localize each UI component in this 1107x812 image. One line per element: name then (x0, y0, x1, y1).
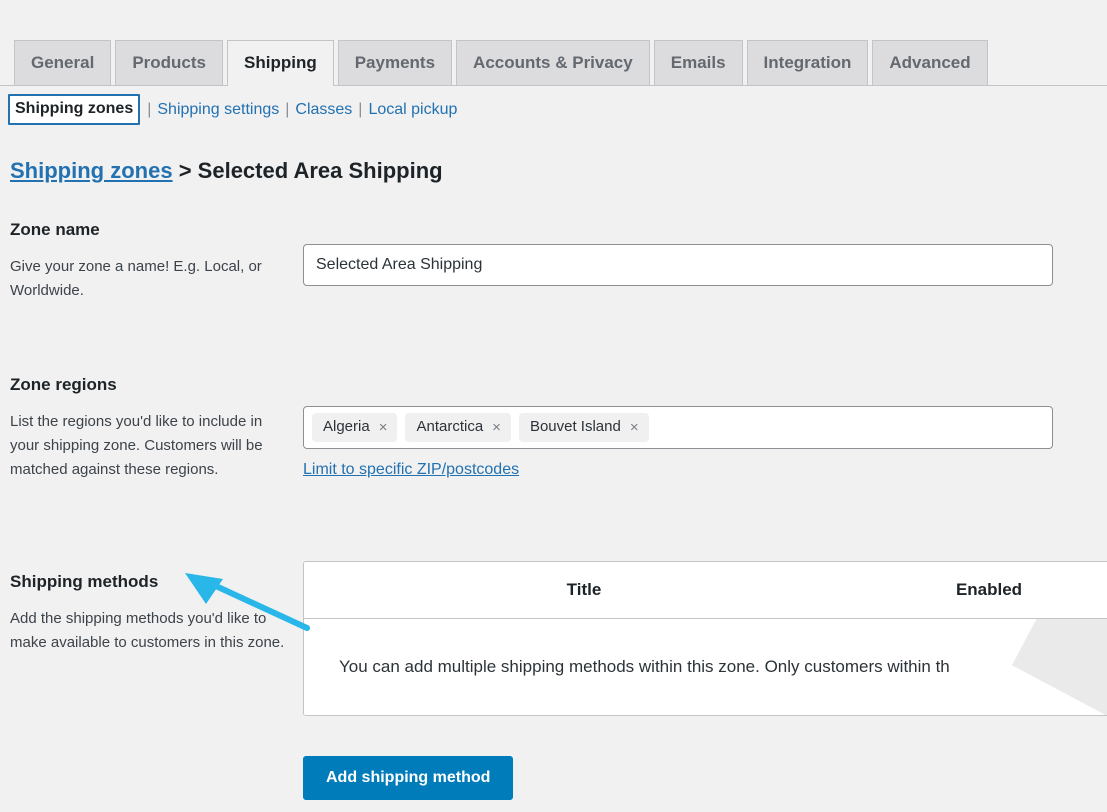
settings-tabs: General Products Shipping Payments Accou… (14, 40, 992, 86)
zone-regions-description: List the regions you'd like to include i… (10, 413, 263, 478)
decorative-corner-shape (1011, 619, 1107, 715)
tab-products[interactable]: Products (115, 40, 223, 85)
shipping-methods-table: Title Enabled You can add multiple shipp… (303, 561, 1107, 716)
remove-region-icon[interactable]: × (630, 420, 639, 435)
subnav-separator: | (285, 100, 290, 118)
column-header-title: Title (566, 580, 602, 599)
subnav-separator: | (358, 100, 363, 118)
tab-integration[interactable]: Integration (746, 40, 869, 85)
shipping-methods-heading: Shipping methods (10, 572, 159, 591)
add-shipping-method-button[interactable]: Add shipping method (303, 756, 514, 800)
breadcrumb: Shipping zones > Selected Area Shipping (10, 156, 443, 186)
tab-emails[interactable]: Emails (653, 40, 743, 85)
shipping-subnav: Shipping zones | Shipping settings | Cla… (8, 94, 457, 125)
region-chip-label: Antarctica (416, 418, 484, 435)
column-header-enabled: Enabled (955, 580, 1023, 599)
page-title: Selected Area Shipping (197, 157, 443, 183)
subnav-item-shipping-zones[interactable]: Shipping zones (8, 94, 141, 125)
remove-region-icon[interactable]: × (379, 420, 388, 435)
zone-regions-label-column: Zone regions List the regions you'd like… (10, 374, 285, 482)
zone-regions-select[interactable]: Algeria × Antarctica × Bouvet Island × (303, 406, 1053, 449)
woocommerce-shipping-zone-edit-page: General Products Shipping Payments Accou… (0, 0, 1107, 812)
zone-name-input[interactable] (303, 244, 1053, 286)
empty-state-message: You can add multiple shipping methods wi… (339, 657, 950, 676)
tab-advanced[interactable]: Advanced (872, 40, 988, 85)
tab-general[interactable]: General (14, 40, 112, 85)
tab-payments[interactable]: Payments (337, 40, 453, 85)
region-chip-label: Algeria (323, 418, 370, 435)
settings-tab-bar: General Products Shipping Payments Accou… (0, 0, 1107, 86)
shipping-methods-label-column: Shipping methods Add the shipping method… (10, 571, 285, 655)
tab-shipping[interactable]: Shipping (227, 40, 334, 86)
region-chip-label: Bouvet Island (529, 418, 621, 435)
tab-accounts-privacy[interactable]: Accounts & Privacy (456, 40, 650, 85)
region-chip-antarctica: Antarctica × (405, 413, 511, 442)
subnav-item-shipping-settings[interactable]: Shipping settings (157, 99, 279, 121)
breadcrumb-separator: > (178, 157, 192, 183)
table-empty-row: You can add multiple shipping methods wi… (304, 619, 1107, 715)
subnav-separator: | (147, 100, 152, 118)
zone-regions-heading: Zone regions (10, 375, 117, 394)
subnav-item-classes[interactable]: Classes (295, 99, 352, 121)
table-header-row: Title Enabled (304, 562, 1107, 619)
breadcrumb-shipping-zones-link[interactable]: Shipping zones (10, 158, 173, 183)
region-chip-bouvet-island: Bouvet Island × (518, 413, 649, 442)
shipping-methods-description: Add the shipping methods you'd like to m… (10, 610, 285, 651)
subnav-item-local-pickup[interactable]: Local pickup (368, 99, 457, 121)
limit-to-zip-postcodes-link[interactable]: Limit to specific ZIP/postcodes (303, 459, 519, 481)
zone-name-heading: Zone name (10, 220, 100, 239)
remove-region-icon[interactable]: × (492, 420, 501, 435)
zone-name-description: Give your zone a name! E.g. Local, or Wo… (10, 258, 262, 299)
region-chip-algeria: Algeria × (312, 413, 398, 442)
zone-name-label-column: Zone name Give your zone a name! E.g. Lo… (10, 219, 285, 303)
